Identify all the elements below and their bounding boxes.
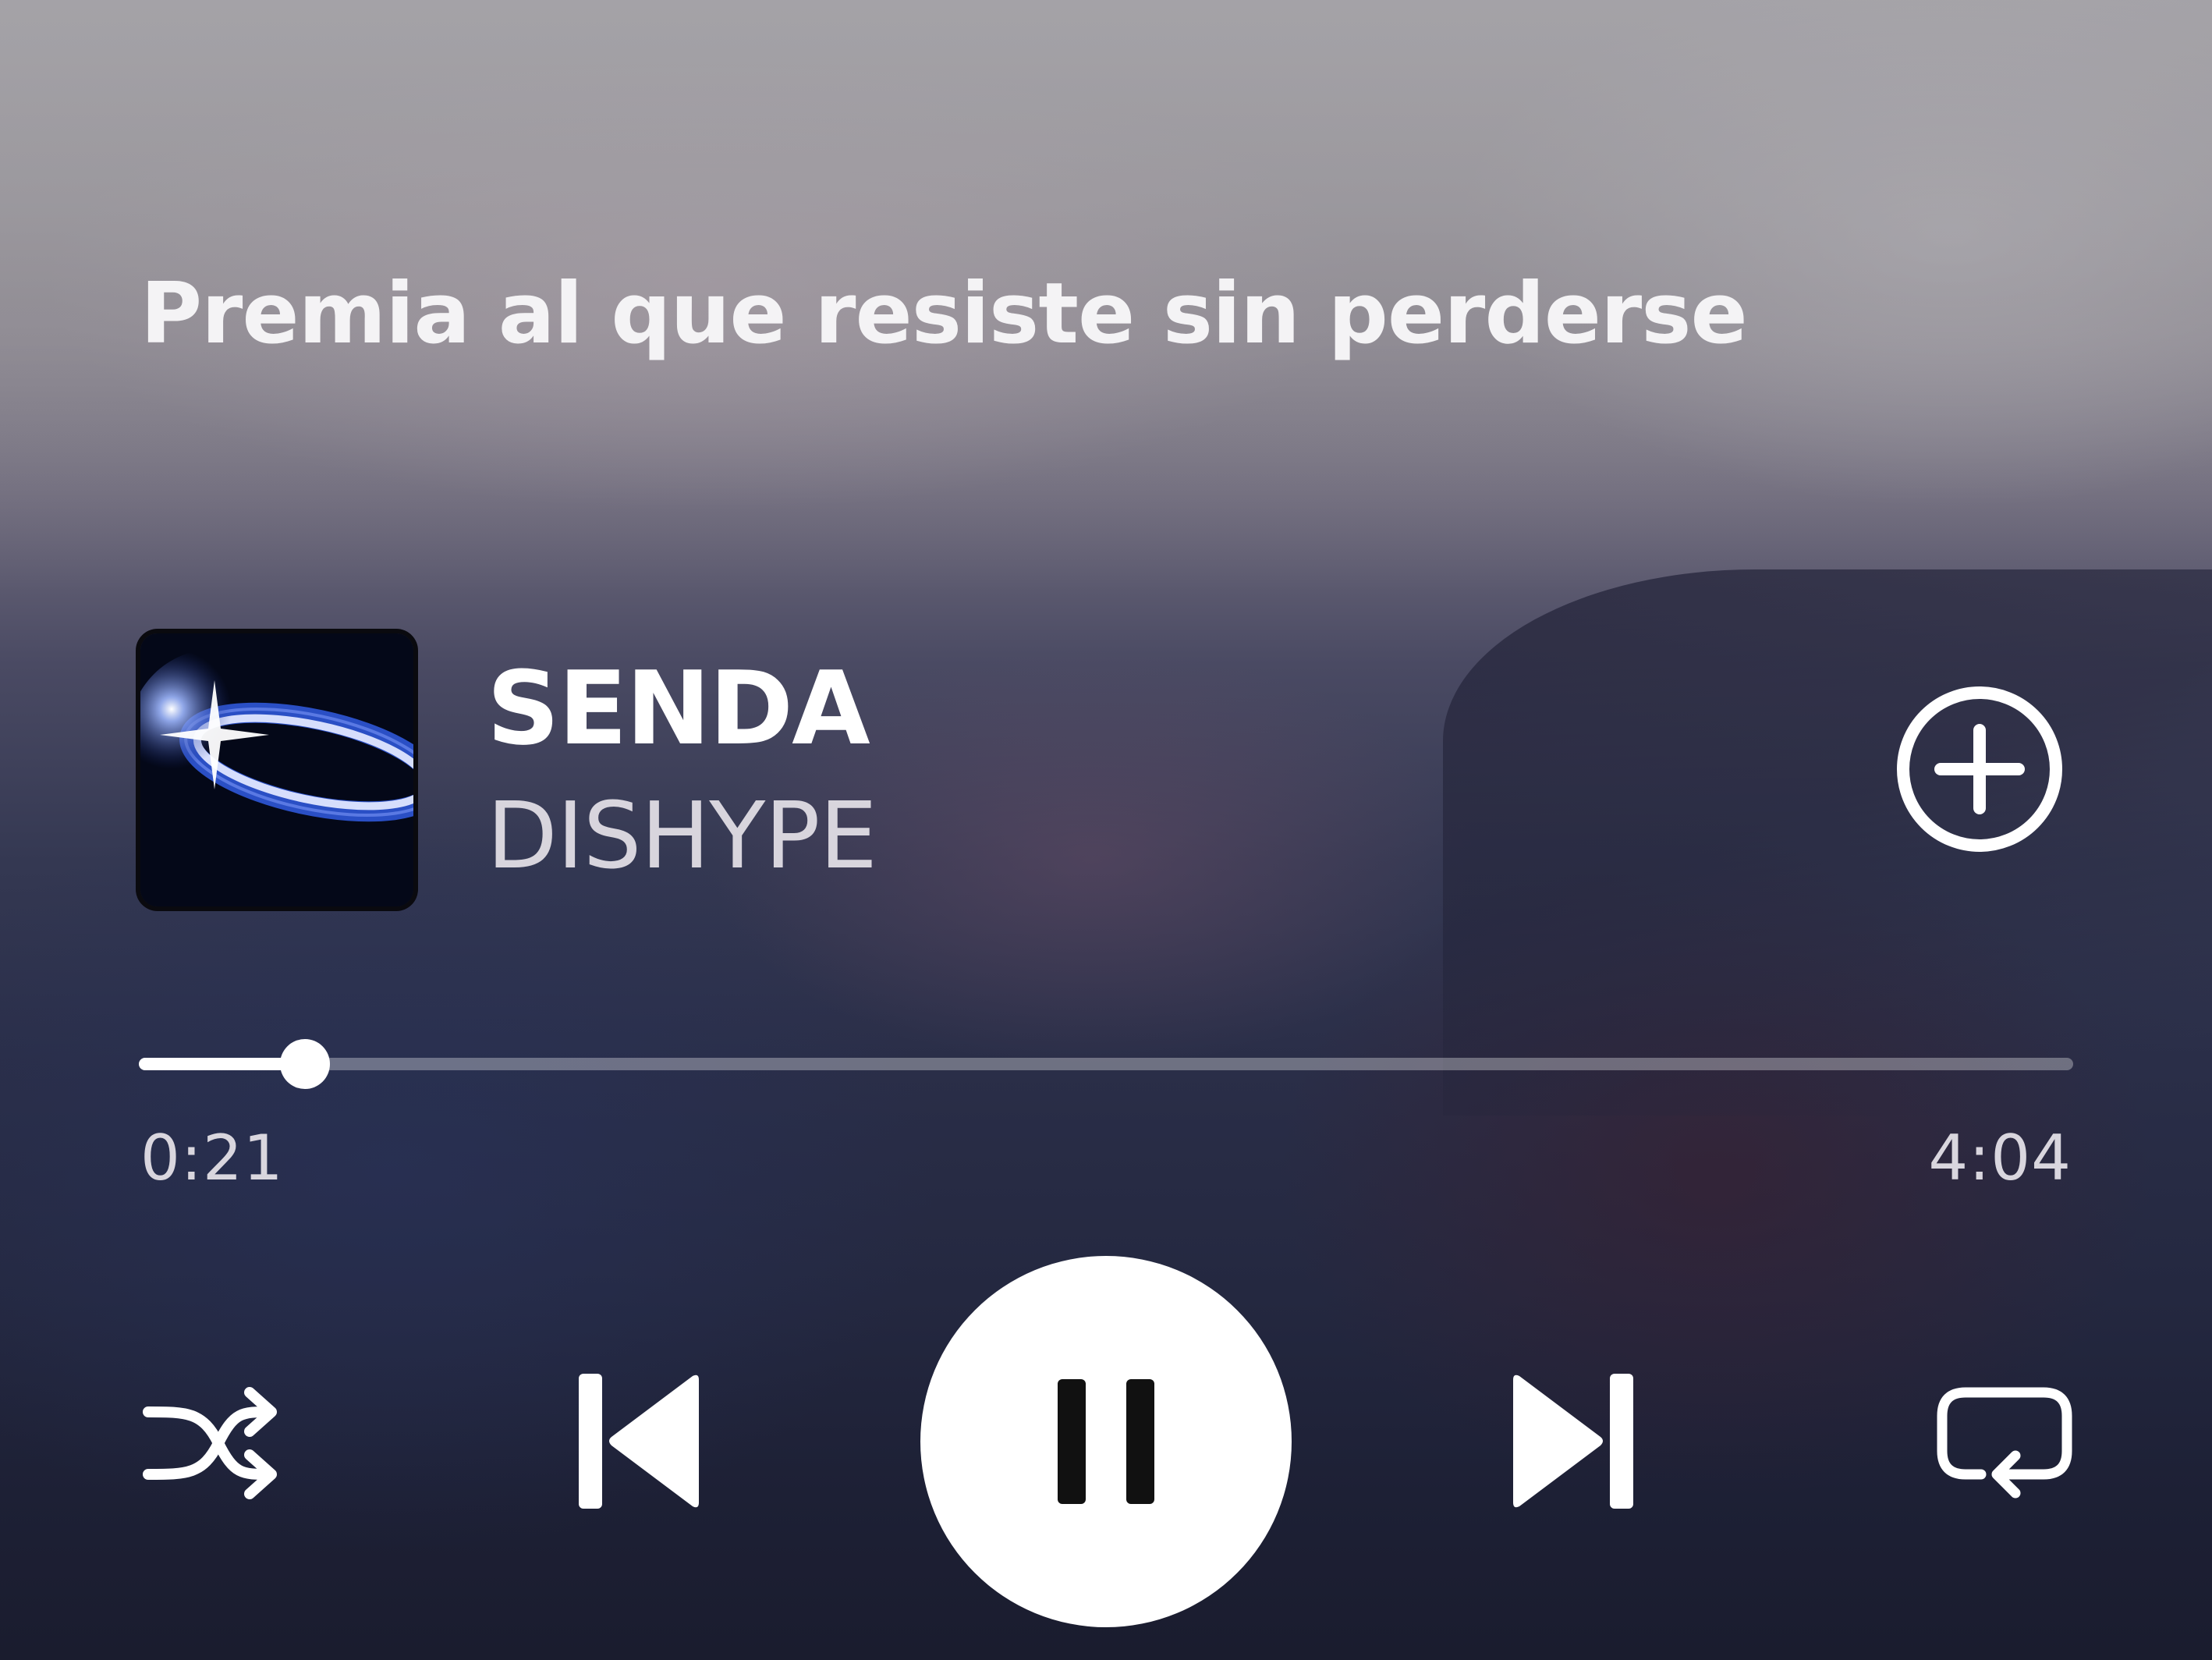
elapsed-time: 0:21 bbox=[140, 1122, 284, 1194]
repeat-icon bbox=[1937, 1387, 2072, 1499]
pause-button[interactable] bbox=[920, 1256, 1292, 1627]
album-art-image bbox=[140, 633, 413, 906]
repeat-button[interactable] bbox=[1934, 1381, 2075, 1506]
previous-track-button[interactable] bbox=[574, 1369, 707, 1513]
skip-next-icon bbox=[1513, 1374, 1633, 1509]
background-shape bbox=[1443, 569, 2212, 1116]
next-track-button[interactable] bbox=[1505, 1369, 1638, 1513]
shuffle-icon bbox=[143, 1387, 277, 1499]
progress-handle[interactable] bbox=[280, 1039, 331, 1089]
pause-icon bbox=[1058, 1379, 1154, 1504]
now-playing-screen: Premia al que resiste sin perderse SENDA… bbox=[0, 0, 2212, 1660]
plus-circle-icon bbox=[1897, 686, 2062, 852]
lyric-line: Premia al que resiste sin perderse bbox=[140, 265, 1748, 363]
track-artist[interactable]: DISHYPE bbox=[487, 782, 877, 889]
add-to-library-button[interactable] bbox=[1895, 685, 2064, 853]
playback-progress-bar[interactable] bbox=[139, 1039, 2073, 1089]
album-cover[interactable] bbox=[140, 633, 413, 906]
progress-track bbox=[139, 1058, 2073, 1070]
total-duration: 4:04 bbox=[1928, 1122, 2072, 1194]
track-title[interactable]: SENDA bbox=[487, 649, 870, 768]
shuffle-button[interactable] bbox=[140, 1381, 281, 1506]
skip-previous-icon bbox=[579, 1374, 699, 1509]
